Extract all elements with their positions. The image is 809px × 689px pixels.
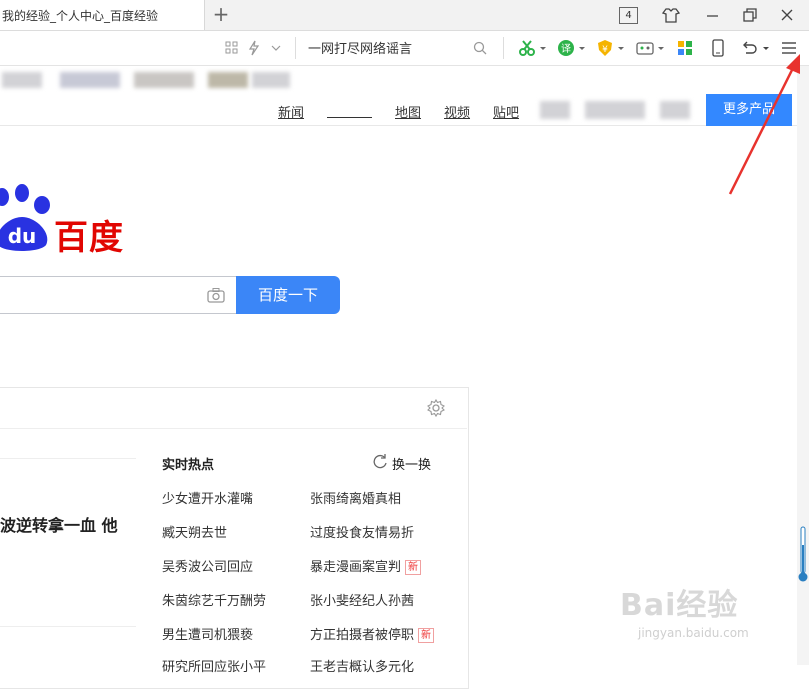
news-divider-line <box>0 458 136 459</box>
user-menu-blurred[interactable] <box>660 101 690 119</box>
refresh-icon[interactable] <box>371 452 389 474</box>
hot-item[interactable]: 王老吉概认多元化 <box>310 656 414 675</box>
chevron-down-icon[interactable] <box>538 38 548 58</box>
hot-item-label: 暴走漫画案宣判 <box>310 560 402 575</box>
new-tab-button[interactable]: + <box>206 0 236 30</box>
new-badge: 新 <box>405 560 422 575</box>
toolbar-divider <box>503 37 504 59</box>
svg-text:译: 译 <box>561 43 571 55</box>
hot-item[interactable]: 少女遭开水灌嘴 <box>162 488 253 507</box>
skin-icon[interactable] <box>660 5 682 25</box>
hot-search-title: 实时热点 <box>162 458 215 473</box>
game-icon[interactable] <box>635 38 655 58</box>
hot-item[interactable]: 臧天朔去世 <box>162 522 227 541</box>
user-name-blurred[interactable] <box>585 101 645 119</box>
hot-item[interactable]: 过度投食友情易折 <box>310 522 414 541</box>
bookmark-item[interactable] <box>134 72 194 88</box>
red-arrow-annotation <box>720 46 809 210</box>
nav-link-video[interactable]: 视频 <box>444 102 470 121</box>
nav-link-hidden[interactable] <box>327 117 372 118</box>
search-input[interactable] <box>0 276 237 314</box>
bookmark-item[interactable] <box>252 72 290 88</box>
baidu-logo-text: 百度 <box>54 218 124 258</box>
bookmark-item[interactable] <box>60 72 120 88</box>
toolbar-divider <box>295 37 296 59</box>
shield-money-icon[interactable]: ¥ <box>595 38 615 58</box>
nav-link-tieba[interactable]: 贴吧 <box>493 102 519 121</box>
chevron-down-icon[interactable] <box>656 38 666 58</box>
lightning-icon[interactable] <box>244 38 264 58</box>
panel-divider <box>0 428 467 429</box>
hot-item[interactable]: 吴秀波公司回应 <box>162 556 253 575</box>
close-button[interactable] <box>776 5 798 25</box>
scrollbar-thumb-thermometer-icon[interactable] <box>797 525 809 589</box>
bookmark-item[interactable] <box>208 72 248 88</box>
address-search-text[interactable]: 一网打尽网络谣言 <box>308 38 412 57</box>
baidu-jingyan-watermark: Bai经验 <box>620 588 739 623</box>
watermark-url: jingyan.baidu.com <box>638 626 749 640</box>
bookmark-item[interactable] <box>2 72 42 88</box>
search-icon[interactable] <box>470 38 490 58</box>
tab-title: 我的经验_个人中心_百度经验 <box>2 9 159 23</box>
logo-du-text: du <box>8 224 37 248</box>
camera-icon[interactable] <box>206 286 226 308</box>
active-tab[interactable]: 我的经验_个人中心_百度经验 <box>0 0 205 30</box>
minimize-button[interactable] <box>702 5 724 25</box>
news-headline[interactable]: 波逆转拿一血 他 <box>0 512 118 536</box>
svg-text:¥: ¥ <box>602 45 608 55</box>
translate-icon[interactable]: 译 <box>556 38 576 58</box>
hot-item[interactable]: 朱茵综艺千万酬劳 <box>162 590 266 609</box>
screenshot-scissors-icon[interactable] <box>517 38 537 58</box>
hot-item-label: 方正拍摄者被停职 <box>310 628 415 643</box>
hot-item[interactable]: 方正拍摄者被停职新 <box>310 624 435 643</box>
chevron-down-icon[interactable] <box>577 38 587 58</box>
hot-item[interactable]: 张小斐经纪人孙茜 <box>310 590 414 609</box>
settings-gear-icon[interactable] <box>426 398 446 422</box>
chevron-down-icon[interactable] <box>266 38 286 58</box>
nav-link-news[interactable]: 新闻 <box>278 102 304 121</box>
page-nav-divider <box>0 125 809 126</box>
qr-icon[interactable] <box>222 38 242 58</box>
hot-item[interactable]: 张雨绮离婚真相 <box>310 488 401 507</box>
refresh-button[interactable]: 换一换 <box>392 454 431 473</box>
restore-button[interactable] <box>739 5 761 25</box>
hot-item[interactable]: 暴走漫画案宣判新 <box>310 556 422 575</box>
baidu-paw-logo: du <box>0 183 56 257</box>
nav-link-map[interactable]: 地图 <box>395 102 421 121</box>
news-divider-line <box>0 626 136 627</box>
apps-grid-icon[interactable] <box>675 38 695 58</box>
chevron-down-icon[interactable] <box>616 38 626 58</box>
new-badge: 新 <box>418 628 435 643</box>
search-button[interactable]: 百度一下 <box>236 276 340 314</box>
user-avatar-blurred[interactable] <box>540 101 570 119</box>
hot-item[interactable]: 男生遭司机猥亵 <box>162 624 253 643</box>
tab-count-badge[interactable]: 4 <box>619 7 638 24</box>
hot-item[interactable]: 研究所回应张小平 <box>162 656 266 675</box>
